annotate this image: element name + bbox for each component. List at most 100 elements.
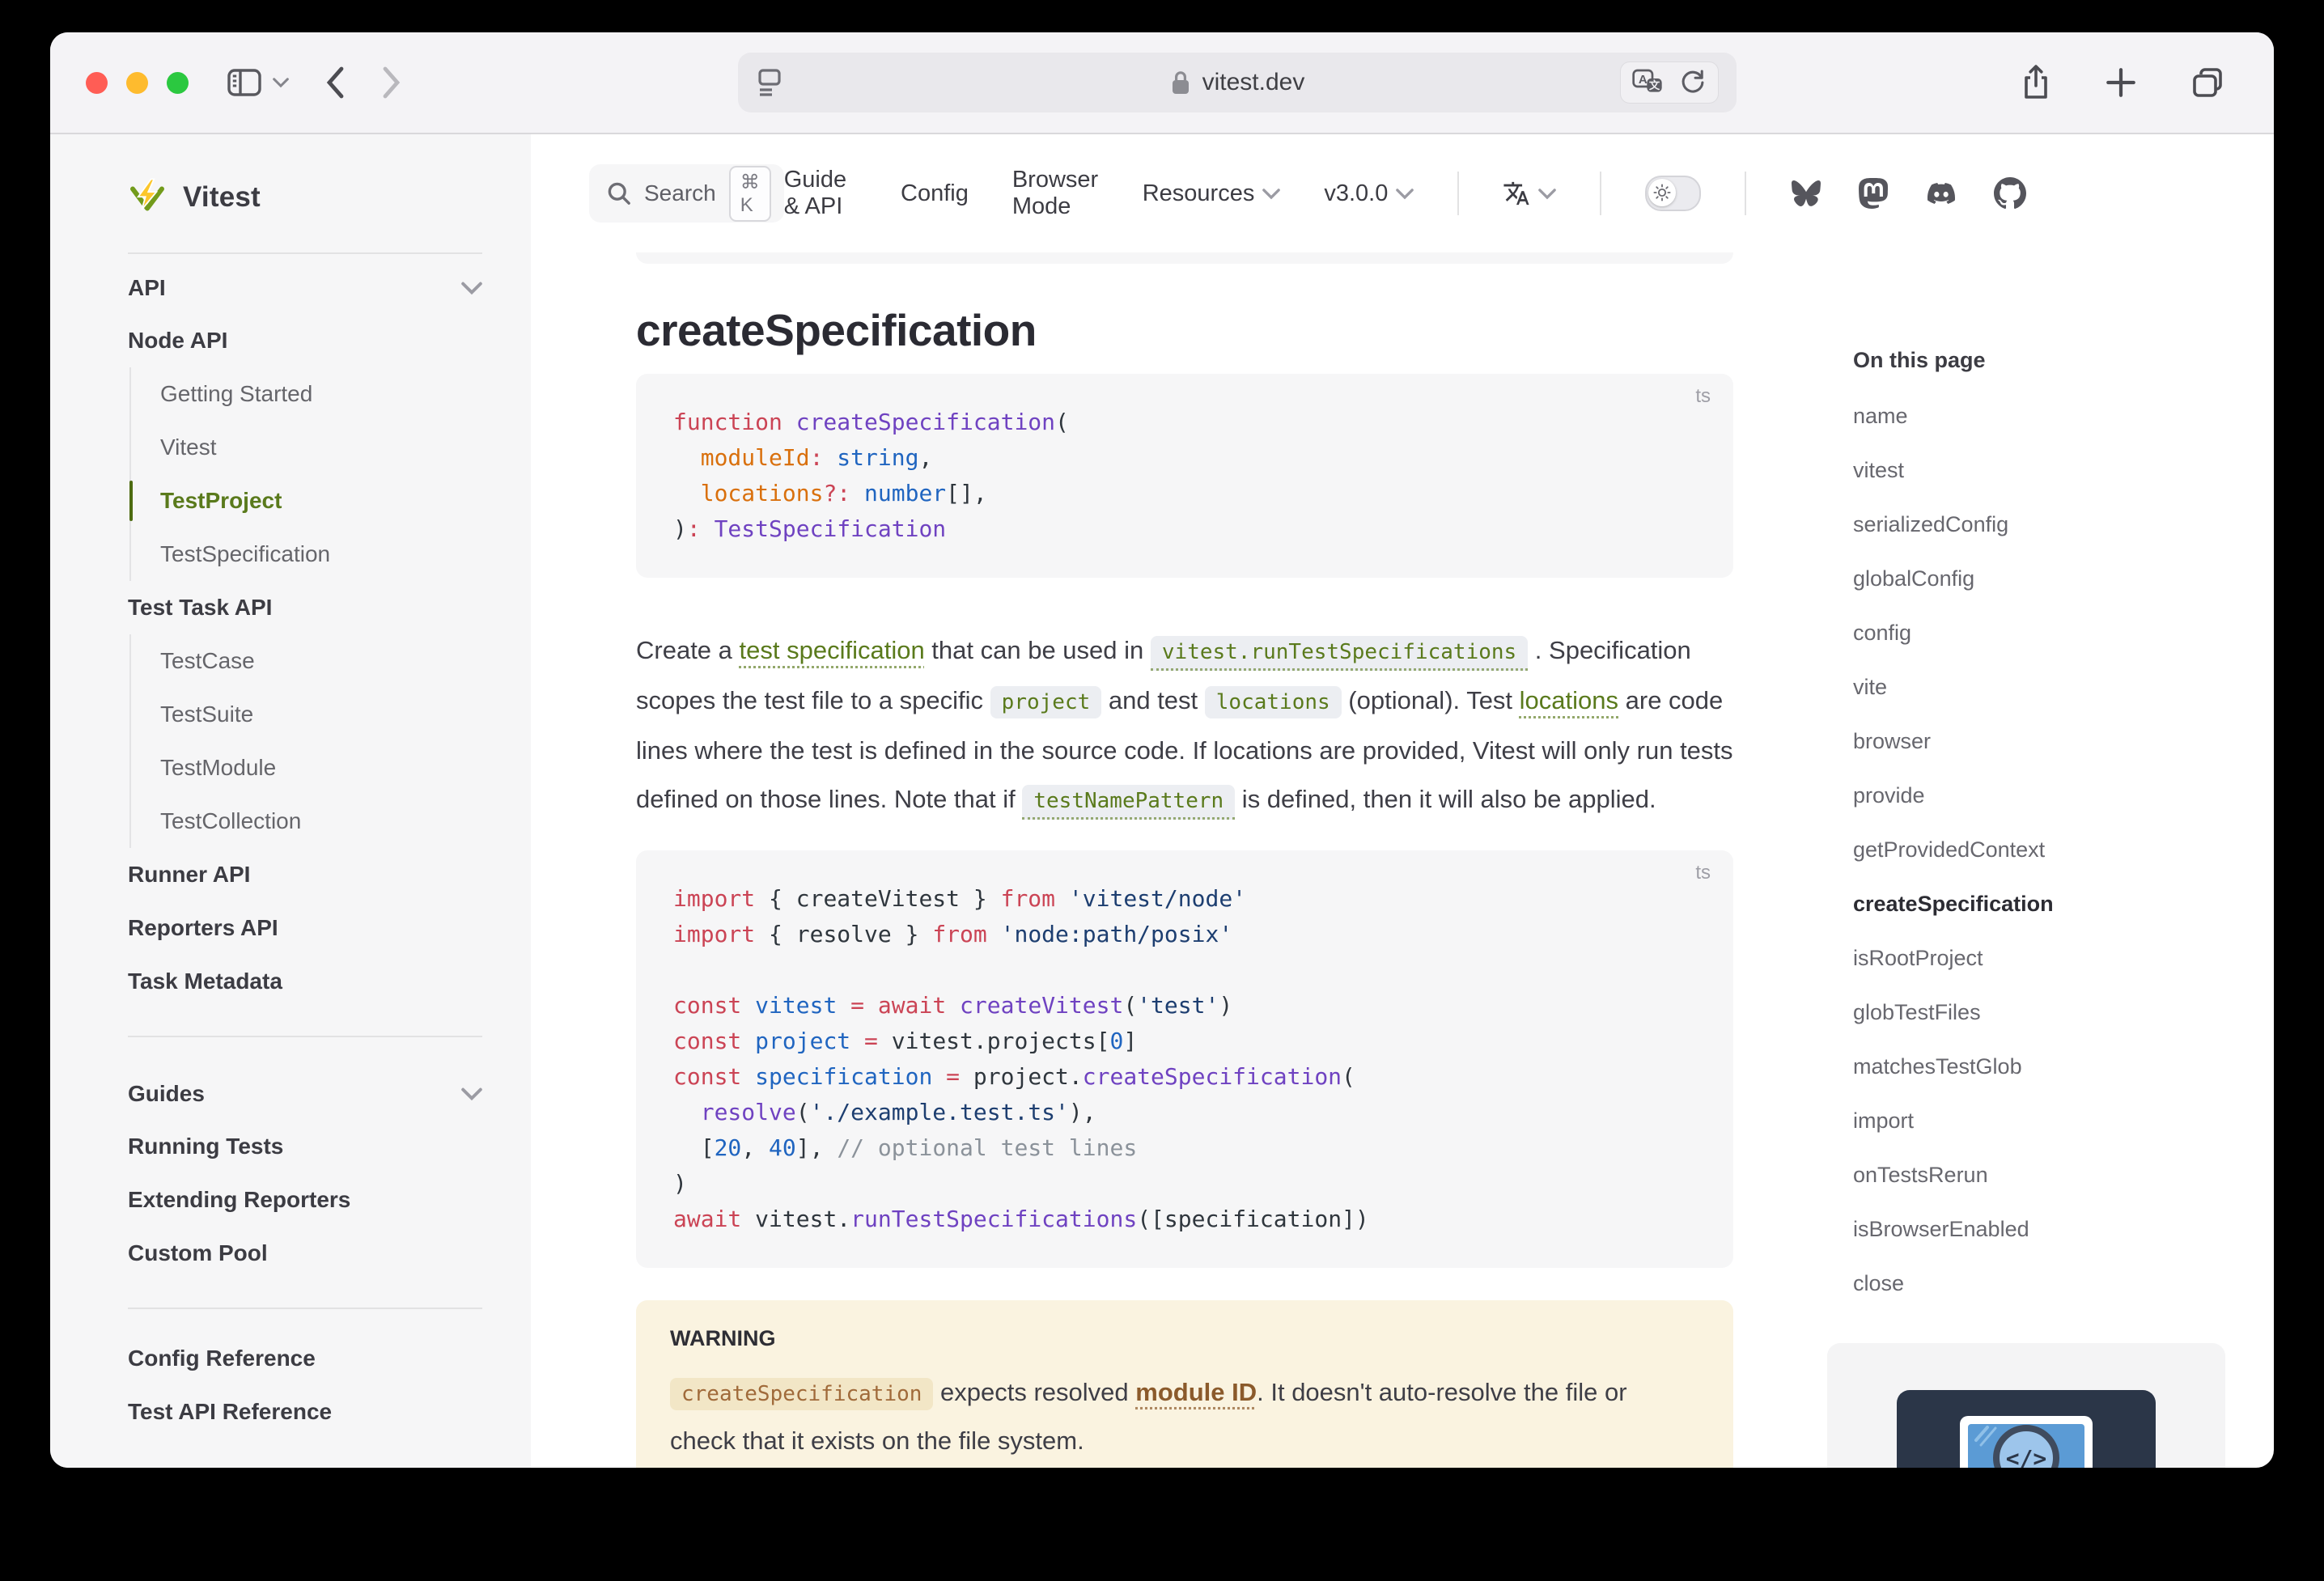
sidebar-item-config-reference[interactable]: Config Reference: [128, 1332, 482, 1385]
bluesky-icon[interactable]: [1790, 179, 1822, 208]
sidebar-item-test-api-reference[interactable]: Test API Reference: [128, 1385, 482, 1439]
zoom-window-button[interactable]: [167, 72, 189, 94]
tab-overview-icon[interactable]: [2190, 65, 2225, 100]
sun-icon: [1653, 184, 1671, 201]
toc-item-ontestsrerun[interactable]: onTestsRerun: [1853, 1148, 2229, 1202]
svg-text:文: 文: [1649, 78, 1660, 91]
toc-item-import[interactable]: import: [1853, 1094, 2229, 1148]
code-link-testnamepattern[interactable]: testNamePattern: [1022, 785, 1235, 820]
sidebar-menu-chevron-icon[interactable]: [273, 77, 289, 88]
search-shortcut: ⌘ K: [729, 166, 771, 222]
lock-icon: [1170, 70, 1191, 95]
page-title: createSpecification: [636, 304, 1733, 356]
sidebar-item-reporters-api[interactable]: Reporters API: [128, 901, 482, 955]
code-link-project[interactable]: project: [990, 686, 1102, 718]
language-menu[interactable]: [1503, 180, 1556, 207]
nav-divider: [1745, 172, 1746, 215]
sidebar-nav: APINode APIGetting StartedVitestTestProj…: [128, 254, 482, 1439]
toc-item-globtestfiles[interactable]: globTestFiles: [1853, 985, 2229, 1040]
sidebar-item-testcase[interactable]: TestCase: [160, 634, 482, 688]
nav-link-config[interactable]: Config: [901, 180, 969, 207]
nav-divider: [1457, 172, 1459, 215]
toc-item-isrootproject[interactable]: isRootProject: [1853, 931, 2229, 985]
search-icon: [607, 181, 631, 206]
toc-list: namevitestserializedConfigglobalConfigco…: [1853, 389, 2229, 1311]
chevron-down-icon: [461, 281, 482, 295]
code-link-locations[interactable]: locations: [1205, 686, 1342, 718]
close-window-button[interactable]: [86, 72, 108, 94]
browser-toolbar: vitest.dev A文: [50, 32, 2274, 134]
sidebar-section-guides[interactable]: Guides: [128, 1060, 482, 1120]
toc-title: On this page: [1853, 348, 2229, 373]
sidebar-item-running-tests[interactable]: Running Tests: [128, 1120, 482, 1173]
url-text: vitest.dev: [1202, 69, 1305, 96]
toc-item-getprovidedcontext[interactable]: getProvidedContext: [1853, 823, 2229, 877]
sidebar-divider: [128, 1036, 482, 1037]
forward-icon[interactable]: [381, 66, 402, 100]
code-block-example: ts import { createVitest } from 'vitest/…: [636, 850, 1733, 1268]
sidebar-item-getting-started[interactable]: Getting Started: [160, 367, 482, 421]
chevron-down-icon: [1538, 188, 1556, 200]
window-controls: [86, 72, 189, 94]
nav-link-browser-mode[interactable]: Browser Mode: [1012, 167, 1099, 220]
new-tab-icon[interactable]: [2104, 66, 2138, 100]
nav-divider: [1600, 172, 1601, 215]
svg-text:A: A: [1639, 73, 1648, 87]
sidebar-section-api[interactable]: API: [128, 254, 482, 314]
toc-item-createspecification[interactable]: createSpecification: [1853, 877, 2229, 931]
vitest-logo-icon: [128, 178, 167, 217]
nav-link-resources[interactable]: Resources: [1143, 180, 1281, 207]
back-icon[interactable]: [324, 66, 346, 100]
toc-item-vitest[interactable]: vitest: [1853, 443, 2229, 498]
sidebar-item-task-metadata[interactable]: Task Metadata: [128, 955, 482, 1008]
toc-item-matchestestglob[interactable]: matchesTestGlob: [1853, 1040, 2229, 1094]
sidebar: Vitest APINode APIGetting StartedVitestT…: [50, 134, 531, 1468]
link-module-id[interactable]: module ID: [1135, 1378, 1257, 1406]
sidebar-item-testproject[interactable]: TestProject: [160, 474, 482, 528]
nav-link-guide-api[interactable]: Guide & API: [784, 167, 857, 220]
vitest-logo[interactable]: Vitest: [128, 172, 482, 223]
toc-item-name[interactable]: name: [1853, 389, 2229, 443]
sidebar-item-vitest[interactable]: Vitest: [160, 421, 482, 474]
toc-item-close[interactable]: close: [1853, 1257, 2229, 1311]
sidebar-divider: [128, 1308, 482, 1309]
translate-badge-icon[interactable]: A文: [1632, 69, 1665, 96]
reader-icon[interactable]: [756, 67, 783, 98]
search-button[interactable]: Search ⌘ K: [589, 164, 784, 223]
doc-content: createSpecification ts function createSp…: [531, 252, 1733, 1468]
sidebar-item-test-task-api[interactable]: Test Task API: [128, 581, 482, 634]
sidebar-item-runner-api[interactable]: Runner API: [128, 848, 482, 901]
site-nav-links: Guide & API Config Browser Mode Resources v3…: [784, 167, 1414, 220]
toc-item-browser[interactable]: browser: [1853, 714, 2229, 769]
description-paragraph: Create a test specification that can be …: [636, 626, 1733, 825]
toc-item-globalconfig[interactable]: globalConfig: [1853, 552, 2229, 606]
nav-link-v3-0-0[interactable]: v3.0.0: [1324, 180, 1414, 207]
sidebar-item-node-api[interactable]: Node API: [128, 314, 482, 367]
code-link-vitest-runtestspecifications[interactable]: vitest.runTestSpecifications: [1151, 636, 1528, 671]
minimize-window-button[interactable]: [126, 72, 148, 94]
link-locations[interactable]: locations: [1520, 686, 1618, 714]
on-this-page: On this page namevitestserializedConfigg…: [1821, 134, 2274, 1468]
sidebar-item-testsuite[interactable]: TestSuite: [160, 688, 482, 741]
sidebar-item-custom-pool[interactable]: Custom Pool: [128, 1227, 482, 1280]
link-test-specification[interactable]: test specification: [740, 636, 925, 664]
sidebar-item-testspecification[interactable]: TestSpecification: [160, 528, 482, 581]
toc-item-serializedconfig[interactable]: serializedConfig: [1853, 498, 2229, 552]
theme-toggle[interactable]: [1645, 176, 1702, 211]
sponsor-card[interactable]: </>: [1827, 1343, 2225, 1468]
reload-icon[interactable]: [1679, 69, 1707, 96]
chevron-down-icon: [461, 1087, 482, 1101]
toc-item-isbrowserenabled[interactable]: isBrowserEnabled: [1853, 1202, 2229, 1257]
sidebar-item-testmodule[interactable]: TestModule: [160, 741, 482, 795]
warning-callout: WARNING createSpecification expects reso…: [636, 1300, 1733, 1468]
address-bar[interactable]: vitest.dev A文: [738, 53, 1737, 112]
code-inspection-illustration: </>: [1897, 1390, 2156, 1468]
sidebar-toggle-icon[interactable]: [227, 68, 261, 97]
warning-body: createSpecification expects resolved mod…: [670, 1369, 1699, 1464]
toc-item-config[interactable]: config: [1853, 606, 2229, 660]
sidebar-item-extending-reporters[interactable]: Extending Reporters: [128, 1173, 482, 1227]
share-icon[interactable]: [2020, 63, 2052, 102]
toc-item-provide[interactable]: provide: [1853, 769, 2229, 823]
sidebar-item-testcollection[interactable]: TestCollection: [160, 795, 482, 848]
toc-item-vite[interactable]: vite: [1853, 660, 2229, 714]
